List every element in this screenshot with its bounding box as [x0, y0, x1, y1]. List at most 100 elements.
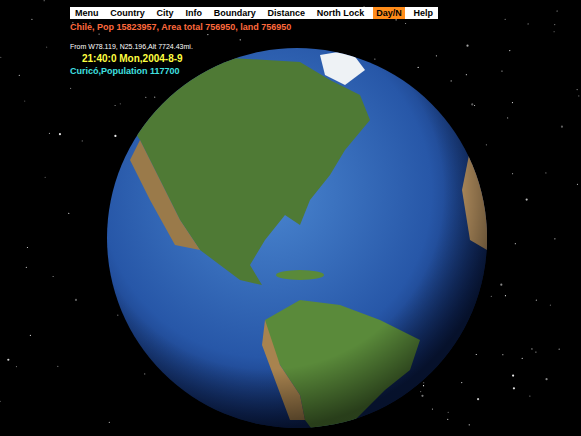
- star: [448, 412, 449, 413]
- star: [26, 267, 27, 268]
- star: [114, 105, 115, 106]
- star: [491, 296, 492, 297]
- star: [7, 359, 9, 361]
- star: [509, 50, 510, 51]
- star: [423, 382, 424, 383]
- star: [505, 19, 506, 20]
- globe-icon[interactable]: [107, 48, 490, 436]
- star: [513, 387, 515, 389]
- menu-item[interactable]: Distance: [265, 7, 309, 19]
- star: [75, 299, 77, 301]
- star: [19, 75, 20, 76]
- star: [507, 117, 508, 118]
- star: [49, 133, 50, 134]
- star: [461, 382, 462, 383]
- star: [0, 401, 1, 402]
- star: [53, 276, 54, 277]
- star: [502, 354, 503, 355]
- star: [545, 172, 546, 173]
- star: [559, 349, 560, 350]
- menu-item[interactable]: Day/N: [373, 7, 405, 19]
- star: [59, 133, 61, 135]
- star: [447, 419, 448, 420]
- globe-canvas[interactable]: [0, 0, 581, 436]
- star: [578, 95, 579, 96]
- star: [31, 19, 32, 20]
- star: [476, 354, 477, 355]
- country-info: Chile, Pop 15823957, Area total 756950, …: [70, 22, 291, 32]
- star: [535, 351, 536, 352]
- star: [109, 422, 110, 423]
- star: [432, 408, 433, 409]
- star: [474, 105, 475, 106]
- star: [486, 144, 487, 145]
- globe-viewer: Menu Country City Info Boundary Distance North…: [0, 0, 581, 436]
- star: [240, 39, 241, 40]
- star: [27, 247, 28, 248]
- star: [469, 424, 470, 425]
- star: [536, 300, 537, 301]
- star: [557, 10, 558, 11]
- star: [466, 74, 467, 75]
- star: [554, 24, 555, 25]
- menu-item[interactable]: Boundary: [211, 7, 259, 19]
- star: [577, 184, 578, 185]
- star: [420, 391, 421, 392]
- star: [526, 199, 528, 201]
- star: [0, 57, 1, 58]
- star: [561, 126, 563, 128]
- star: [70, 88, 71, 89]
- star: [16, 366, 17, 367]
- star: [418, 67, 419, 68]
- star: [512, 102, 513, 103]
- star: [82, 140, 83, 141]
- star: [528, 23, 529, 24]
- star: [154, 97, 155, 98]
- star: [466, 45, 468, 47]
- star: [531, 348, 532, 349]
- menu-item[interactable]: Menu: [72, 7, 102, 19]
- star: [145, 97, 146, 98]
- star: [24, 100, 25, 101]
- star: [505, 295, 506, 296]
- menu-item[interactable]: Help: [410, 7, 436, 19]
- star: [374, 58, 375, 59]
- star: [554, 238, 555, 239]
- star: [522, 358, 523, 359]
- star: [207, 34, 208, 35]
- star: [501, 70, 502, 71]
- star: [57, 366, 58, 367]
- star: [98, 33, 99, 34]
- star: [512, 374, 514, 376]
- star: [529, 395, 530, 396]
- menu-item[interactable]: Country: [107, 7, 148, 19]
- star: [477, 398, 479, 400]
- star: [114, 135, 116, 137]
- menu-item[interactable]: North Lock: [314, 7, 368, 19]
- star: [30, 335, 31, 336]
- star: [436, 55, 437, 56]
- star: [577, 89, 578, 90]
- star: [471, 103, 473, 105]
- star: [421, 395, 423, 397]
- view-position: From W78.119, N25.196,Alt 7724.43mi.: [70, 43, 193, 50]
- city-info: Curicó,Population 117700: [70, 66, 180, 76]
- star: [550, 305, 551, 306]
- star: [512, 173, 513, 174]
- star: [545, 378, 547, 380]
- star: [451, 80, 452, 81]
- star: [44, 0, 45, 1]
- star: [144, 373, 145, 374]
- menu-item[interactable]: Info: [182, 7, 205, 19]
- star: [554, 31, 555, 32]
- star: [395, 19, 396, 20]
- star: [405, 23, 406, 24]
- star: [500, 284, 502, 286]
- star: [515, 243, 516, 244]
- star: [45, 177, 46, 178]
- star: [117, 315, 118, 316]
- star: [423, 385, 424, 386]
- clock: 21:40:0 Mon,2004-8-9: [82, 53, 183, 64]
- menu-item[interactable]: City: [154, 7, 177, 19]
- star: [120, 103, 121, 104]
